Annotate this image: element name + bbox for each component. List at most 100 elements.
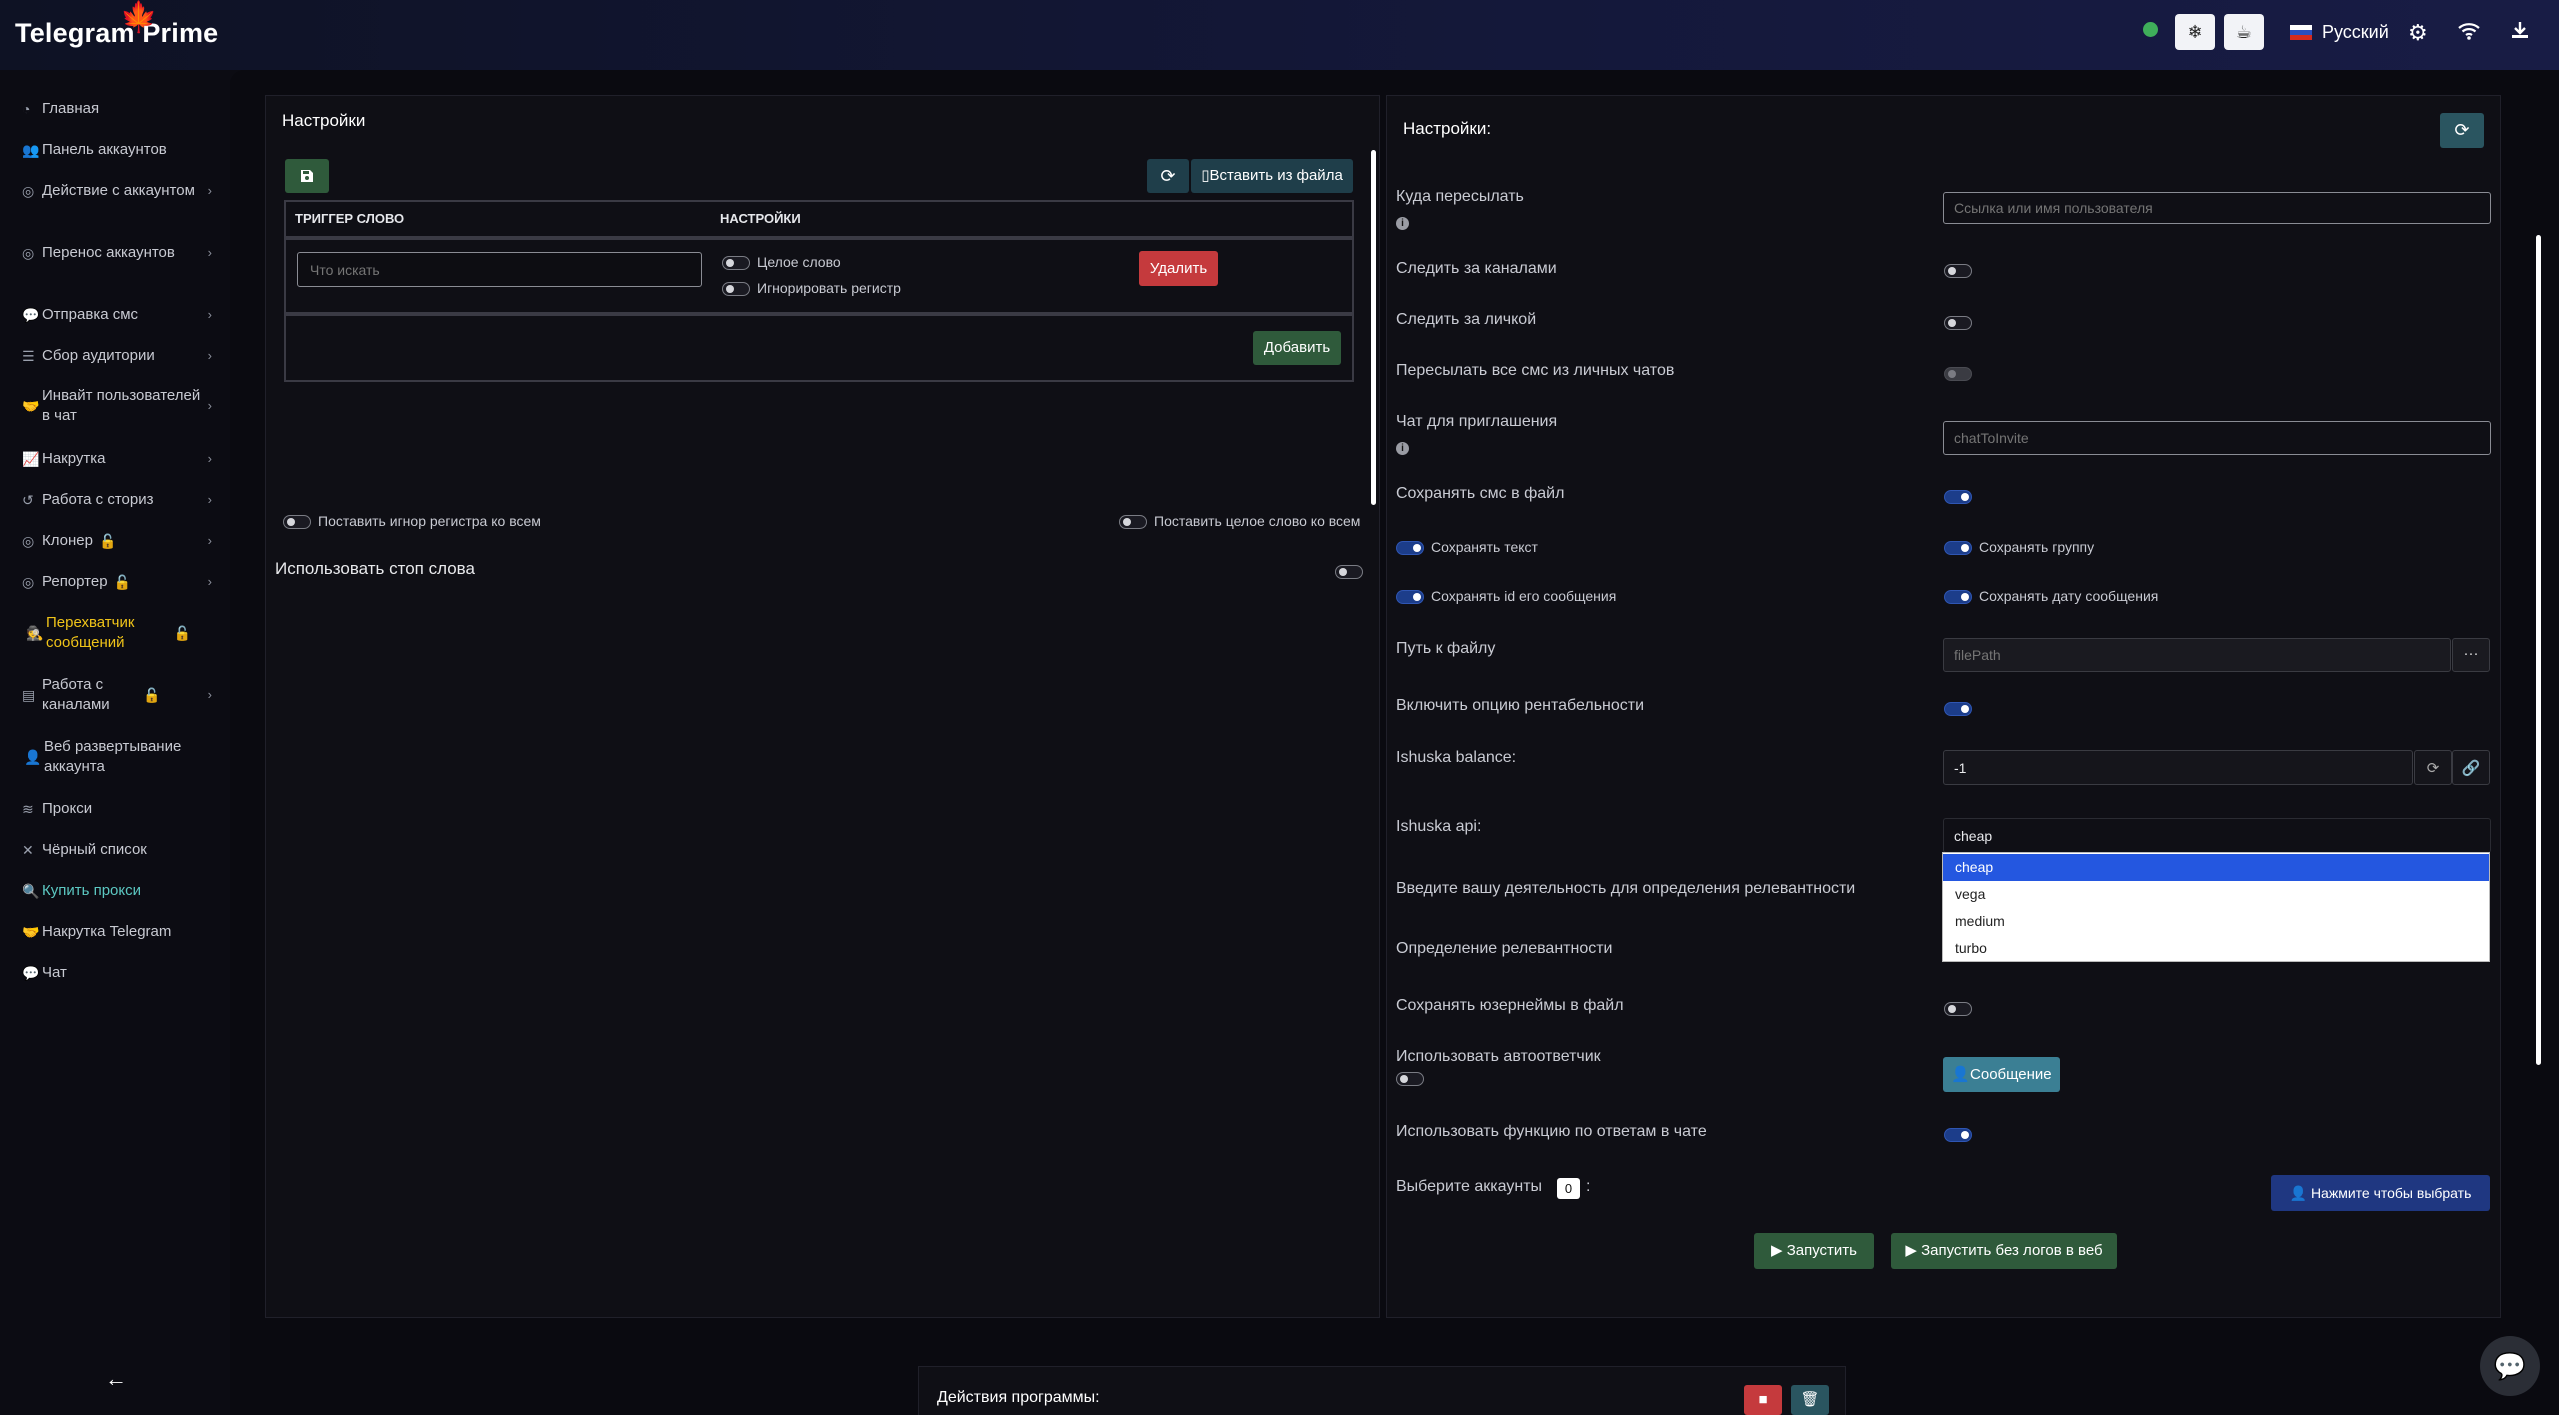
sidebar-item-cloner[interactable]: ◎ Клонер 🔓 › (22, 531, 212, 551)
handshake-icon: 🤝 (22, 398, 40, 414)
sidebar-item-chat[interactable]: 💬 Чат (22, 963, 212, 983)
sidebar-item-web-deploy[interactable]: 👤 Веб развертывание аккаунта (24, 737, 214, 777)
watch-private-label: Следить за личкой (1396, 311, 1537, 328)
sidebar-item-telegram-boost[interactable]: 🤝 Накрутка Telegram (22, 922, 212, 942)
user-icon: 👤 (1951, 1066, 1971, 1083)
info-icon[interactable]: i (1396, 442, 1409, 455)
reply-function-toggle[interactable] (1944, 1128, 1972, 1142)
start-button[interactable]: ▶ Запустить (1754, 1233, 1874, 1269)
file-path-input[interactable] (1943, 638, 2451, 672)
save-msg-date-label: Сохранять дату сообщения (1979, 588, 2159, 604)
right-panel-scrollbar[interactable] (2536, 235, 2541, 1065)
browse-ellipsis-icon[interactable]: ··· (2452, 638, 2490, 672)
trigger-word-input[interactable] (297, 252, 702, 287)
sidebar-item-account-transfer[interactable]: ◎ Перенос аккаунтов › (22, 243, 212, 263)
coffee-icon[interactable]: ☕ (2224, 14, 2264, 50)
save-msg-id-toggle[interactable] (1396, 590, 1424, 604)
save-group-toggle[interactable] (1944, 541, 1972, 555)
sidebar-item-audience[interactable]: ☰ Сбор аудитории › (22, 346, 212, 366)
ishuska-api-select[interactable]: cheap (1943, 818, 2491, 853)
gear-icon[interactable]: ⚙ (2408, 20, 2428, 46)
info-icon[interactable]: i (1396, 217, 1409, 230)
autoresponder-label: Использовать автоответчик (1396, 1048, 1601, 1065)
whole-word-toggle[interactable] (722, 256, 750, 270)
ishuska-balance-label: Ishuska balance: (1396, 749, 1517, 766)
save-sms-file-toggle[interactable] (1944, 490, 1972, 504)
api-option-medium[interactable]: medium (1943, 908, 2489, 935)
ishuska-api-dropdown: cheap vega medium turbo (1942, 852, 2490, 962)
profitability-toggle[interactable] (1944, 702, 1972, 716)
autoresponder-toggle[interactable] (1396, 1072, 1424, 1086)
sidebar-item-message-interceptor[interactable]: 🕵 Перехватчик сообщений 🔓 (26, 613, 191, 653)
choose-accounts-button[interactable]: 👤 Нажмите чтобы выбрать (2271, 1175, 2490, 1211)
download-icon[interactable] (2510, 20, 2530, 46)
users-icon: 👥 (22, 142, 40, 158)
forward-all-private-toggle[interactable] (1944, 367, 1972, 381)
use-stop-words-toggle[interactable] (1335, 565, 1363, 579)
refresh-button[interactable]: ⟳ (1147, 159, 1189, 193)
sync-icon[interactable]: ⟳ (2414, 750, 2452, 785)
watch-private-toggle[interactable] (1944, 316, 1972, 330)
unlock-icon: 🔓 (173, 625, 191, 641)
right-panel-title: Настройки: (1403, 119, 1492, 138)
sidebar-item-home[interactable]: ◔ Главная (22, 99, 212, 119)
start-without-logs-button[interactable]: ▶ Запустить без логов в веб (1891, 1233, 2117, 1269)
language-selector[interactable]: Русский (2290, 22, 2389, 43)
stop-button[interactable]: ■ (1744, 1385, 1782, 1415)
stop-icon: ■ (1758, 1391, 1768, 1408)
paste-from-file-button[interactable]: ▯Вставить из файла (1191, 159, 1353, 193)
chat-support-icon[interactable]: 💬 (2480, 1336, 2540, 1396)
comments-icon: 💬 (22, 965, 40, 981)
save-text-toggle[interactable] (1396, 541, 1424, 555)
delete-trigger-button[interactable]: Удалить (1139, 251, 1218, 286)
forward-to-input[interactable] (1943, 192, 2491, 224)
left-panel-scrollbar[interactable] (1371, 150, 1376, 505)
history-icon: ↺ (22, 492, 34, 508)
whole-word-all-toggle[interactable] (1119, 515, 1147, 529)
ignore-case-toggle[interactable] (722, 282, 750, 296)
clear-log-button[interactable]: 🗑 (1791, 1385, 1829, 1415)
watch-channels-toggle[interactable] (1944, 264, 1972, 278)
add-trigger-button[interactable]: Добавить (1253, 331, 1341, 365)
forward-to-label: Куда пересылать (1396, 188, 1524, 205)
connection-status-indicator (2143, 22, 2158, 37)
collapse-sidebar-icon[interactable]: ← (105, 1366, 127, 1392)
api-option-turbo[interactable]: turbo (1943, 935, 2489, 962)
refresh-icon: ⟳ (2454, 120, 2470, 140)
wifi-icon[interactable] (2458, 20, 2480, 46)
link-icon[interactable]: 🔗 (2452, 750, 2490, 785)
sidebar-item-send-sms[interactable]: 💬 Отправка смс › (22, 305, 212, 325)
sidebar-item-boost[interactable]: 📈 Накрутка › (22, 449, 212, 469)
save-msg-date-toggle[interactable] (1944, 590, 1972, 604)
col-header-trigger: ТРИГГЕР СЛОВО (295, 211, 405, 226)
sidebar-item-invite[interactable]: 🤝 Инвайт пользователей в чат › (22, 386, 212, 426)
sidebar-item-proxy[interactable]: ≋ Прокси (22, 799, 212, 819)
sidebar-item-accounts-panel[interactable]: 👥 Панель аккаунтов (22, 140, 212, 160)
sidebar-item-blacklist[interactable]: ✕ Чёрный список (22, 840, 212, 860)
ignore-case-all-toggle[interactable] (283, 515, 311, 529)
api-option-vega[interactable]: vega (1943, 881, 2489, 908)
user-circle-icon: ◎ (22, 183, 35, 199)
sidebar-item-reporter[interactable]: ◎ Репортер 🔓 › (22, 572, 212, 592)
save-msg-id-label: Сохранять id его сообщения (1431, 588, 1617, 604)
sidebar-item-stories[interactable]: ↺ Работа с сториз › (22, 490, 212, 510)
user-circle-icon: ◎ (22, 245, 35, 261)
program-actions-title: Действия программы: (937, 1389, 1100, 1406)
sidebar-item-channels[interactable]: ▤ Работа с каналами 🔓 › (22, 675, 212, 715)
floppy-icon (301, 170, 313, 182)
save-button[interactable] (285, 159, 329, 193)
api-option-cheap[interactable]: cheap (1943, 854, 2489, 881)
sidebar-item-account-actions[interactable]: ◎ Действие с аккаунтом › (22, 181, 212, 201)
table-divider (286, 236, 1352, 240)
chevron-right-icon: › (207, 533, 212, 548)
user-secret-icon: 🕵 (26, 625, 44, 641)
invite-chat-input[interactable] (1943, 421, 2491, 455)
save-usernames-toggle[interactable] (1944, 1002, 1972, 1016)
app-logo[interactable]: Telegram Prime (15, 18, 218, 49)
sidebar-item-buy-proxy[interactable]: 🔍 Купить прокси (22, 881, 212, 901)
snowflake-icon[interactable]: ❄ (2175, 14, 2215, 50)
search-icon: 🔍 (22, 883, 40, 899)
file-path-label: Путь к файлу (1396, 640, 1496, 657)
refresh-settings-button[interactable]: ⟳ (2440, 113, 2484, 148)
message-button[interactable]: 👤Сообщение (1943, 1057, 2060, 1092)
